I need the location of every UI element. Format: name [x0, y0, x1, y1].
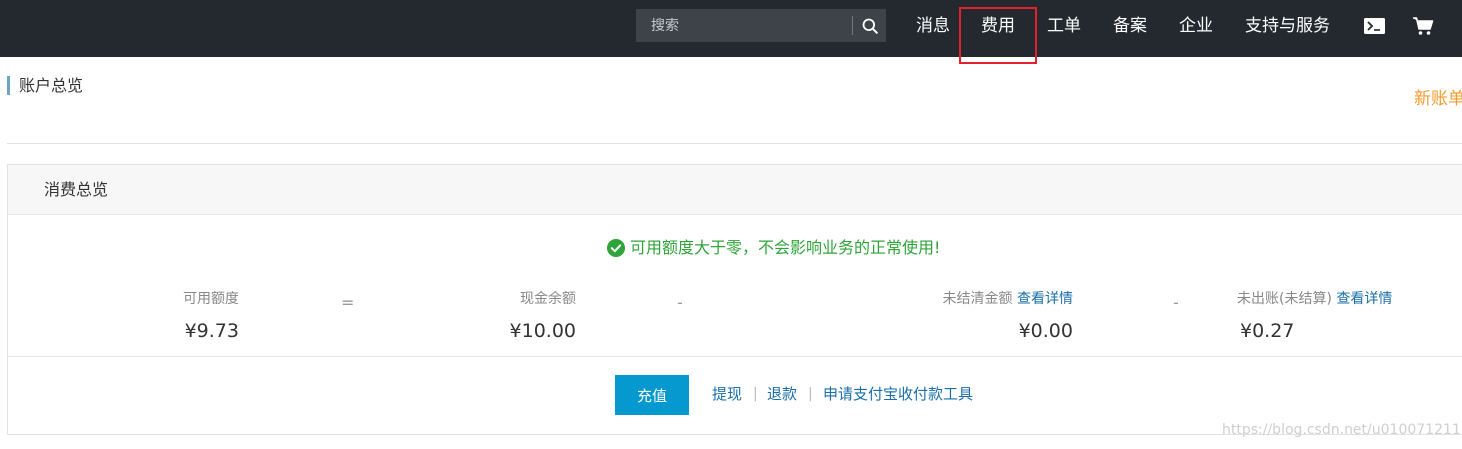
- unbilled-value: ¥0.27: [1240, 320, 1295, 342]
- available-credit-label: 可用额度: [183, 291, 239, 307]
- panel-title: 消费总览: [44, 180, 109, 199]
- watermark: https://blog.csdn.net/u010071211: [1222, 422, 1461, 438]
- withdraw-link[interactable]: 提现: [712, 385, 742, 404]
- unsettled-amount-label: 未结清金额: [942, 291, 1013, 307]
- refund-link[interactable]: 退款: [767, 385, 797, 404]
- nav-support[interactable]: 支持与服务: [1245, 15, 1330, 37]
- nav-messages[interactable]: 消息: [916, 15, 950, 37]
- nav-icp[interactable]: 备案: [1113, 15, 1147, 37]
- page-title: 账户总览: [19, 76, 84, 95]
- unbilled-label: 未出账(未结算): [1237, 291, 1332, 307]
- alipay-tool-link[interactable]: 申请支付宝收付款工具: [823, 385, 973, 404]
- balance-notice: 可用额度大于零，不会影响业务的正常使用!: [607, 238, 940, 258]
- header-divider: [7, 143, 1462, 144]
- page-title-accent: [7, 76, 10, 95]
- nav-enterprise[interactable]: 企业: [1179, 15, 1213, 37]
- minus-sign-1: -: [677, 293, 683, 312]
- available-credit-value: ¥9.73: [184, 320, 239, 342]
- new-account-link[interactable]: 新账单: [1414, 88, 1462, 110]
- equals-sign: =: [341, 293, 355, 312]
- action-separator-2: |: [808, 386, 813, 402]
- consumption-overview-panel: 消费总览 可用额度大于零，不会影响业务的正常使用! 可用额度 ¥9.73 = 现…: [7, 164, 1462, 435]
- cart-button[interactable]: [1411, 14, 1435, 38]
- cash-balance-value: ¥10.00: [509, 320, 576, 342]
- cart-icon: [1413, 17, 1434, 35]
- unbilled-view-details-link[interactable]: 查看详情: [1336, 291, 1392, 307]
- terminal-button[interactable]: [1362, 14, 1386, 38]
- search-input[interactable]: [636, 9, 852, 42]
- panel-header: 消费总览: [8, 165, 1462, 215]
- notice-text: 可用额度大于零，不会影响业务的正常使用!: [630, 238, 941, 257]
- search-icon: [862, 18, 878, 34]
- search-button[interactable]: [853, 9, 886, 42]
- nav-billing[interactable]: 费用: [981, 15, 1015, 37]
- unsettled-view-details-link[interactable]: 查看详情: [1017, 291, 1073, 307]
- nav-tickets[interactable]: 工单: [1047, 15, 1081, 37]
- unbilled-label-group: 未出账(未结算) 查看详情: [1237, 290, 1392, 308]
- terminal-icon: [1363, 18, 1385, 34]
- recharge-button[interactable]: 充值: [615, 375, 689, 415]
- panel-row-divider: [8, 356, 1462, 357]
- check-circle-icon: [607, 239, 625, 257]
- unsettled-amount-label-group: 未结清金额 查看详情: [943, 290, 1073, 308]
- search-box: [636, 9, 886, 42]
- action-separator-1: |: [753, 386, 758, 402]
- cash-balance-label: 现金余额: [520, 291, 576, 307]
- unsettled-amount-value: ¥0.00: [1018, 320, 1073, 342]
- minus-sign-2: -: [1173, 293, 1179, 312]
- top-nav-bar: 消息 费用 工单 备案 企业 支持与服务: [0, 0, 1462, 57]
